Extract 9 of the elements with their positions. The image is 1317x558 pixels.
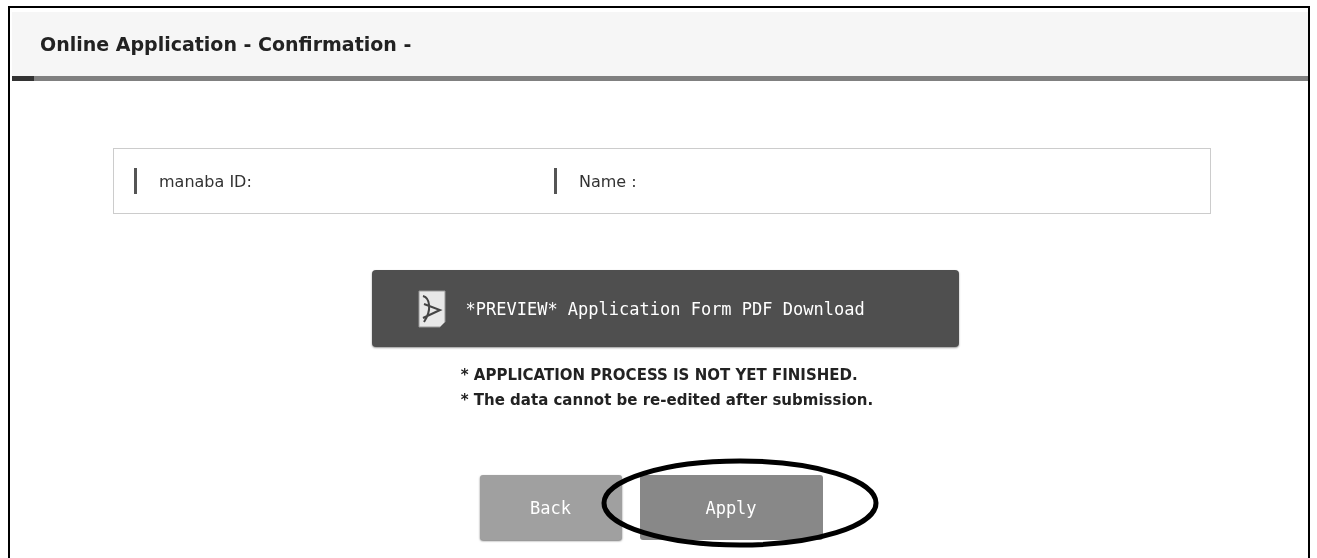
warning-note: * APPLICATION PROCESS IS NOT YET FINISHED. bbox=[460, 365, 859, 386]
info-label: Name : bbox=[579, 171, 637, 191]
page-title: Online Application - Confirmation - bbox=[40, 33, 412, 55]
apply-button[interactable]: Apply bbox=[639, 475, 823, 540]
pdf-document-icon bbox=[417, 289, 446, 328]
info-label: manaba ID: bbox=[159, 171, 252, 191]
back-button[interactable]: Back bbox=[479, 475, 622, 540]
warning-note: * The data cannot be re-edited after submission. bbox=[460, 390, 874, 411]
pdf-download-button[interactable]: *PREVIEW* Application Form PDF Download bbox=[371, 270, 959, 347]
